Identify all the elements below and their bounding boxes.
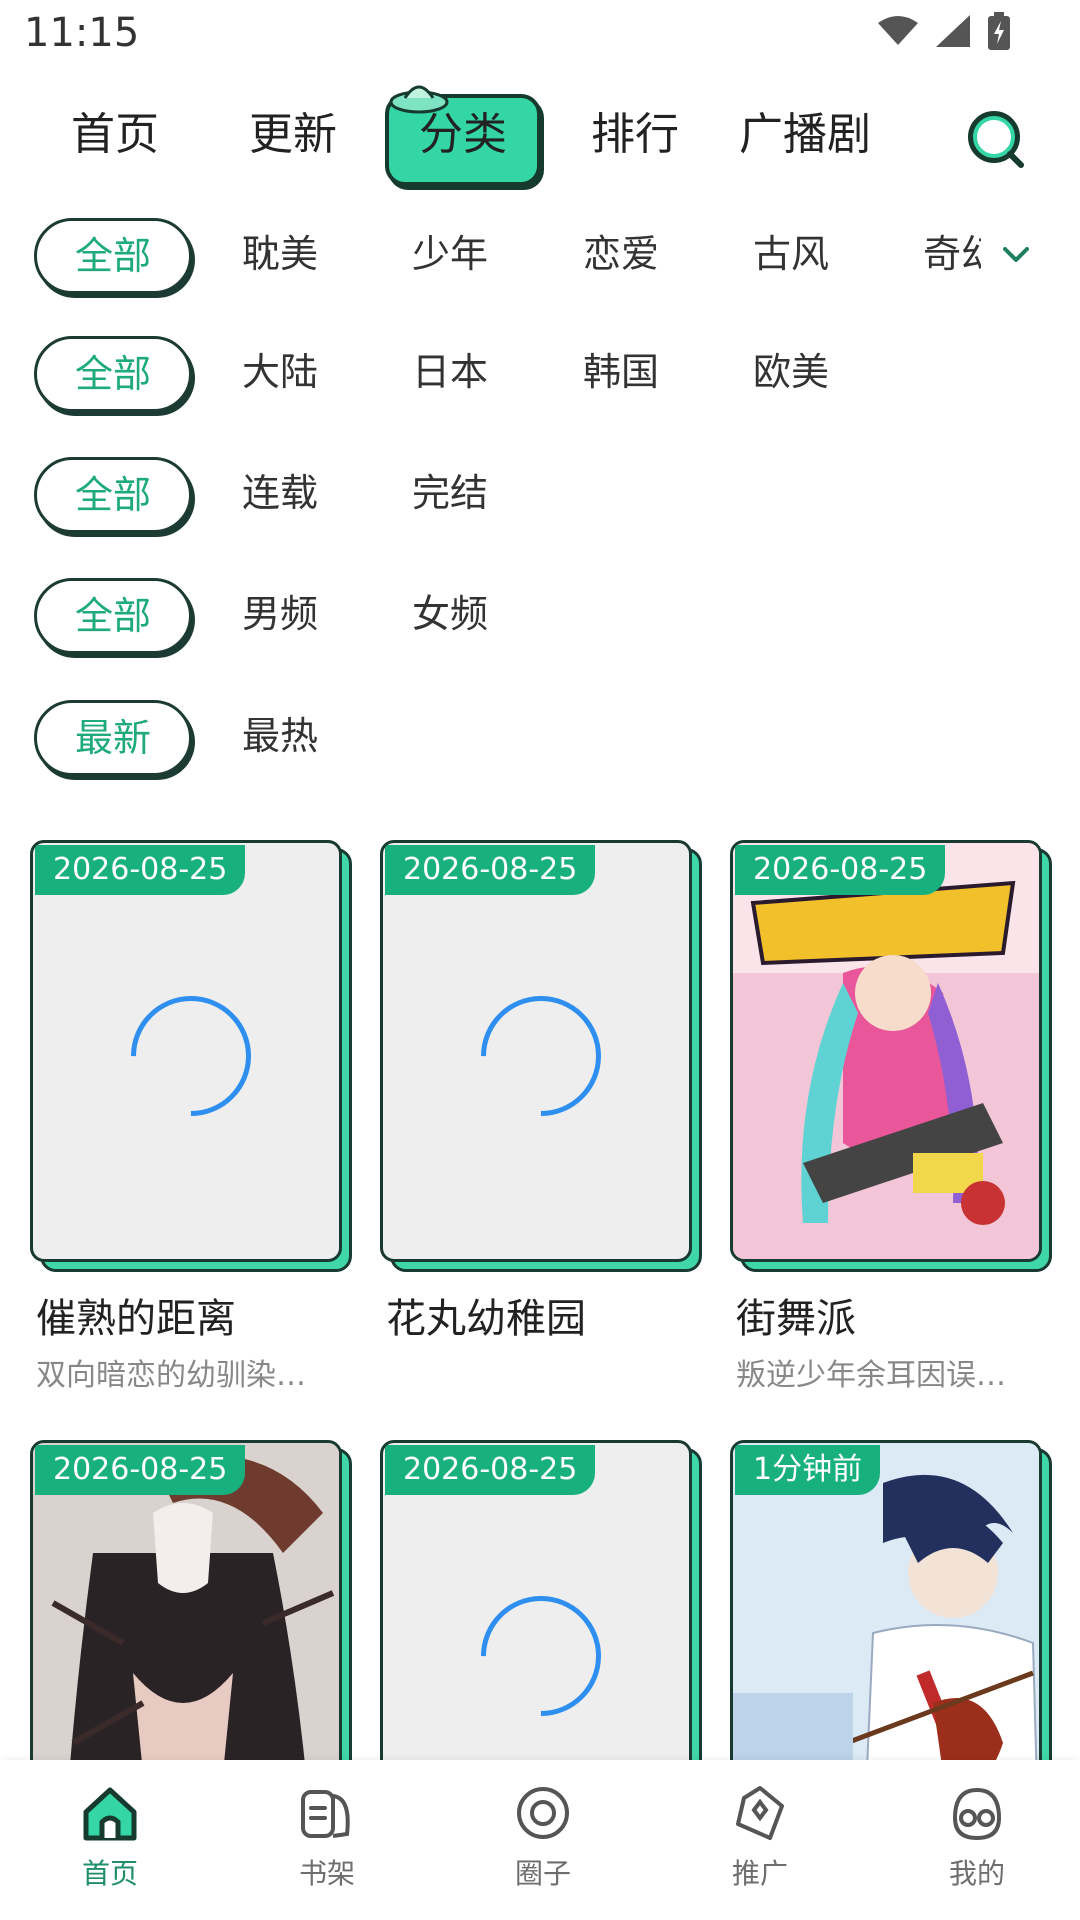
filter-option[interactable]: 古风 [753, 204, 829, 304]
filter-option[interactable]: 韩国 [583, 322, 659, 422]
comic-description: 叛逆少年余耳因误… [736, 1358, 1006, 1393]
filter-option[interactable]: 欧美 [753, 322, 829, 422]
loading-spinner [456, 1571, 626, 1741]
promote-icon [736, 1786, 784, 1840]
tab-home[interactable]: 首页 [60, 90, 170, 180]
bookshelf-icon [301, 1790, 350, 1838]
battery-charging-icon [988, 12, 1010, 50]
tab-audio-drama[interactable]: 广播剧 [730, 90, 880, 180]
comic-card[interactable]: 2026-08-25 [30, 1440, 352, 1872]
profile-icon [952, 1787, 1002, 1841]
filter-option[interactable]: 女频 [412, 564, 488, 664]
filter-chip-selected[interactable]: 全部 [34, 336, 192, 412]
comic-card[interactable]: 2026-08-25 街舞派 叛逆少年余耳因误… [730, 840, 1052, 1400]
filter-chip-selected[interactable]: 最新 [34, 700, 192, 776]
comic-cover[interactable]: 2026-08-25 [380, 840, 692, 1262]
bottom-nav-home[interactable]: 首页 [40, 1784, 180, 1892]
update-badge: 2026-08-25 [385, 1445, 596, 1495]
cover-art-street-dance [733, 843, 1039, 1259]
comic-card[interactable]: 2026-08-25 [380, 1440, 702, 1872]
bottom-nav-bookshelf[interactable]: 书架 [257, 1784, 397, 1892]
comic-title[interactable]: 花丸幼稚园 [386, 1286, 586, 1344]
status-bar: 11:15 [0, 0, 1080, 72]
wifi-icon [878, 16, 918, 45]
loading-spinner [106, 971, 276, 1141]
filter-option[interactable]: 耽美 [242, 204, 318, 304]
comic-cover[interactable]: 2026-08-25 [730, 840, 1042, 1262]
filter-chip-selected[interactable]: 全部 [34, 218, 192, 294]
bottom-nav-promote[interactable]: 推广 [690, 1784, 830, 1892]
circle-icon [517, 1787, 569, 1839]
update-badge: 1分钟前 [735, 1445, 881, 1495]
filter-row-region: 全部 大陆 日本 韩国 欧美 [0, 322, 1080, 422]
filter-option[interactable]: 完结 [412, 443, 488, 543]
bottom-nav-profile[interactable]: 我的 [907, 1784, 1047, 1892]
home-icon [83, 1787, 137, 1841]
filter-chip-selected[interactable]: 全部 [34, 578, 192, 654]
filter-option[interactable]: 男频 [242, 564, 318, 664]
comic-card[interactable]: 1分钟前 [730, 1440, 1052, 1872]
comic-card[interactable]: 2026-08-25 催熟的距离 双向暗恋的幼驯染… [30, 840, 352, 1400]
bottom-nav: 首页 书架 圈子 推广 我的 [0, 1760, 1080, 1920]
update-badge: 2026-08-25 [35, 1445, 246, 1495]
chevron-down-icon [1003, 247, 1029, 262]
signal-icon [936, 15, 970, 47]
comic-cover[interactable]: 2026-08-25 [30, 840, 342, 1262]
filter-option[interactable]: 大陆 [242, 322, 318, 422]
update-badge: 2026-08-25 [735, 845, 946, 895]
tab-category[interactable]: 分类 [385, 85, 541, 186]
filter-chip-selected[interactable]: 全部 [34, 457, 192, 533]
filter-row-sort: 最新 最热 [0, 686, 1080, 786]
comic-description: 双向暗恋的幼驯染… [36, 1358, 306, 1393]
tab-updates[interactable]: 更新 [238, 90, 348, 180]
filter-option[interactable]: 最热 [242, 686, 318, 786]
filter-option[interactable]: 日本 [412, 322, 488, 422]
status-time: 11:15 [24, 10, 140, 56]
filter-row-genre: 全部 耽美 少年 恋爱 古风 奇幻 [0, 204, 1080, 304]
comic-card[interactable]: 2026-08-25 花丸幼稚园 [380, 840, 702, 1400]
loading-spinner [456, 971, 626, 1141]
filter-row-audience: 全部 男频 女频 [0, 564, 1080, 664]
top-nav: 首页 更新 分类 排行 广播剧 [0, 85, 1080, 186]
update-badge: 2026-08-25 [35, 845, 246, 895]
filter-row-status: 全部 连载 完结 [0, 443, 1080, 543]
comic-title[interactable]: 街舞派 [736, 1286, 856, 1344]
expand-filters-button[interactable] [925, 232, 1035, 276]
filter-option[interactable]: 少年 [412, 204, 488, 304]
comic-title[interactable]: 催熟的距离 [36, 1286, 236, 1344]
bottom-nav-circle[interactable]: 圈子 [473, 1784, 613, 1892]
filter-option[interactable]: 连载 [242, 443, 318, 543]
filter-option[interactable]: 恋爱 [583, 204, 659, 304]
update-badge: 2026-08-25 [385, 845, 596, 895]
tab-ranking[interactable]: 排行 [580, 90, 690, 180]
ufo-icon [389, 85, 449, 114]
search-icon[interactable] [965, 108, 1027, 170]
